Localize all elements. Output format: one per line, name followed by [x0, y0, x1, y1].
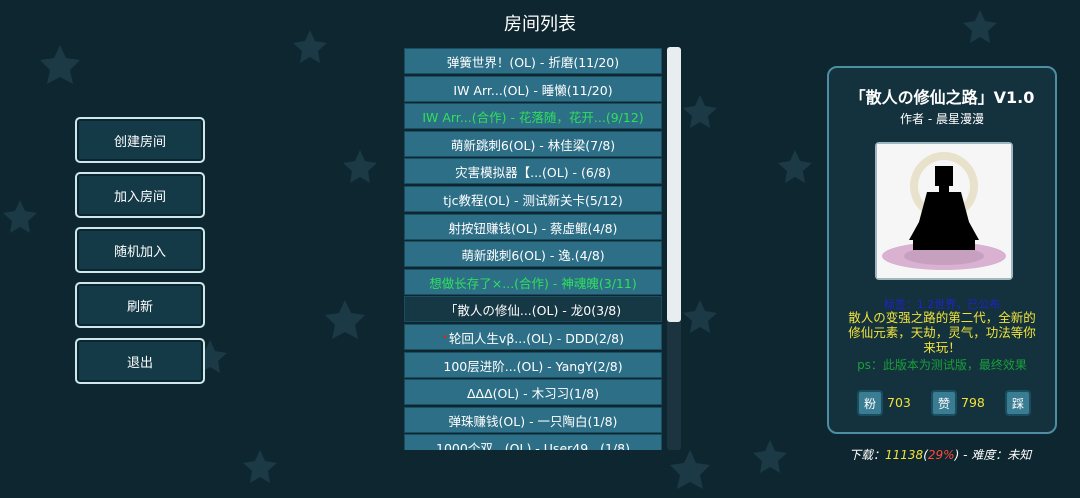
level-title: 「散人の修仙之路」V1.0 — [849, 88, 1035, 107]
downloads-label: 下载： — [849, 448, 886, 462]
level-stats: 下载：11138(29%) - 难度：未知 — [849, 446, 1031, 463]
random-join-button[interactable]: 随机加入 — [75, 227, 205, 273]
room-row[interactable]: 「散人の修仙...(OL) - 龙0(3/8) — [404, 296, 662, 322]
room-label: 「散人の修仙...(OL) - 龙0(3/8) — [444, 302, 622, 318]
room-row[interactable]: 弹珠赚钱(OL) - 一只陶白(1/8) — [404, 407, 662, 433]
level-author: 作者 - 晨星漫漫 — [900, 112, 984, 126]
like-button[interactable]: 赞 — [931, 390, 957, 416]
room-row[interactable]: IW Arr...(OL) - 睡懒(11/20) — [404, 76, 662, 102]
room-row[interactable]: tjc教程(OL) - 测试新关卡(5/12) — [404, 186, 662, 212]
room-detail-panel: 「散人の修仙之路」V1.0 作者 - 晨星漫漫 标签：1.2世界，已公布 散人の… — [827, 66, 1057, 434]
room-label: 萌新跳刺6(OL) - 林佳梁(7/8) — [450, 137, 616, 153]
room-row[interactable]: 萌新跳刺6(OL) - 逸.(4/8) — [404, 241, 662, 267]
dislike-button[interactable]: 踩 — [1005, 390, 1031, 416]
room-label: 轮回人生vβ...(OL) - DDD(2/8) — [448, 330, 624, 346]
room-row[interactable]: 射按钮赚钱(OL) - 蔡虚鲲(4/8) — [404, 214, 662, 240]
room-label: 萌新跳刺6(OL) - 逸.(4/8) — [461, 247, 605, 263]
room-label: 弹簧世界！(OL) - 折磨(11/20) — [446, 54, 620, 70]
join-room-button[interactable]: 加入房间 — [75, 172, 205, 218]
room-row[interactable]: 想做长存了×...(合作) - 神魂魄(3/11) — [404, 269, 662, 295]
create-room-button[interactable]: 创建房间 — [75, 117, 205, 163]
room-row[interactable]: IW Arr...(合作) - 花落随，花开...(9/12) — [404, 103, 662, 129]
room-label: tjc教程(OL) - 测试新关卡(5/12) — [443, 192, 623, 208]
level-thumbnail — [875, 142, 1013, 280]
room-row[interactable]: 萌新跳刺6(OL) - 林佳梁(7/8) — [404, 131, 662, 157]
room-label: 想做长存了×...(合作) - 神魂魄(3/11) — [429, 275, 637, 291]
room-row[interactable]: 灾害模拟器【...(OL) - (6/8) — [404, 158, 662, 184]
likes-count: 798 — [961, 395, 985, 410]
new-indicator-icon: • — [442, 331, 448, 343]
page-title: 房间列表 — [504, 14, 576, 35]
room-row[interactable]: 1000个双...(OL) - User49...(1/8) — [404, 434, 662, 450]
refresh-button[interactable]: 刷新 — [75, 282, 205, 328]
exit-button[interactable]: 退出 — [75, 338, 205, 384]
clear-rate: 29% — [927, 448, 955, 462]
scrollbar-thumb[interactable] — [667, 47, 681, 322]
meditating-figure-icon — [877, 144, 1011, 278]
room-label: IW Arr...(OL) - 睡懒(11/20) — [453, 82, 613, 98]
room-row[interactable]: 100层进阶...(OL) - YangY(2/8) — [404, 352, 662, 378]
room-list[interactable]: 弹簧世界！(OL) - 折磨(11/20) IW Arr...(OL) - 睡懒(… — [404, 47, 662, 450]
room-row[interactable]: ΔΔΔ(OL) - 木习习(1/8) — [404, 379, 662, 405]
room-label: 射按钮赚钱(OL) - 蔡虚鲲(4/8) — [448, 220, 618, 236]
fans-button[interactable]: 粉 — [857, 390, 883, 416]
room-label: 100层进阶...(OL) - YangY(2/8) — [443, 358, 623, 374]
room-label: 弹珠赚钱(OL) - 一只陶白(1/8) — [448, 413, 618, 429]
difficulty-value: 未知 — [1007, 448, 1032, 462]
room-row[interactable]: 弹簧世界！(OL) - 折磨(11/20) — [404, 48, 662, 74]
difficulty-label: - 难度： — [959, 448, 1008, 462]
downloads-count: 11138 — [885, 448, 924, 462]
room-row[interactable]: • 轮回人生vβ...(OL) - DDD(2/8) — [404, 324, 662, 350]
room-label: IW Arr...(合作) - 花落随，花开...(9/12) — [422, 109, 644, 125]
level-note: ps：此版本为测试版，最终效果 — [857, 358, 1027, 372]
fans-count: 703 — [887, 395, 911, 410]
room-label: 灾害模拟器【...(OL) - (6/8) — [455, 164, 611, 180]
level-description: 散人の变强之路的第二代，全新的修仙元素，天劫，灵气，功法等你来玩！ — [848, 310, 1036, 355]
room-label: 1000个双...(OL) - User49...(1/8) — [436, 440, 630, 451]
room-label: ΔΔΔ(OL) - 木习习(1/8) — [466, 385, 600, 401]
